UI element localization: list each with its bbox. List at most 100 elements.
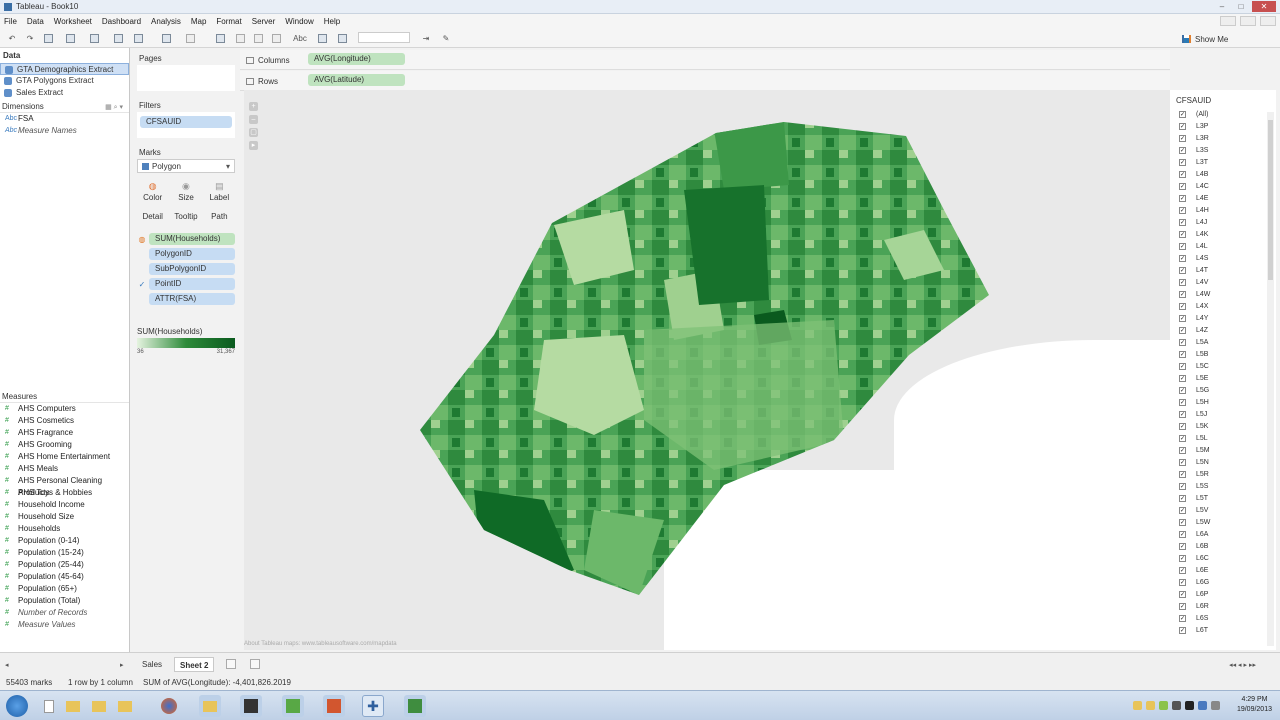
measure-field[interactable]: # Population (Total) <box>0 595 129 607</box>
new-worksheet-icon[interactable] <box>88 32 100 44</box>
mark-pill[interactable]: PolygonID <box>149 248 235 260</box>
measure-field[interactable]: # AHS Personal Cleaning Products <box>0 475 129 497</box>
tab-scroll-icons[interactable]: ◂◂ ◂ ▸ ▸▸ <box>1229 661 1256 669</box>
checkbox-checked-icon[interactable]: ✓ <box>1179 243 1186 250</box>
folder-icon[interactable] <box>114 695 136 717</box>
checkbox-checked-icon[interactable]: ✓ <box>1179 567 1186 574</box>
filter-checkbox-item[interactable]: ✓ L6P <box>1170 589 1276 601</box>
totals-icon[interactable] <box>316 32 328 44</box>
mark-pill[interactable]: SubPolygonID <box>149 263 235 275</box>
filter-checkbox-item[interactable]: ✓ L3S <box>1170 145 1276 157</box>
tray-icon[interactable] <box>1146 701 1155 710</box>
fit-icon[interactable] <box>336 32 348 44</box>
powerpoint-icon[interactable] <box>323 695 345 717</box>
new-worksheet-tab-icon[interactable] <box>226 659 236 669</box>
show-mark-labels-button[interactable]: Abc <box>292 32 308 44</box>
checkbox-checked-icon[interactable]: ✓ <box>1179 375 1186 382</box>
file-icon[interactable] <box>38 695 60 717</box>
measure-field[interactable]: # Population (15-24) <box>0 547 129 559</box>
filter-checkbox-item[interactable]: ✓ L3T <box>1170 157 1276 169</box>
checkbox-checked-icon[interactable]: ✓ <box>1179 471 1186 478</box>
checkbox-checked-icon[interactable]: ✓ <box>1179 219 1186 226</box>
checkbox-checked-icon[interactable]: ✓ <box>1179 555 1186 562</box>
filter-checkbox-item[interactable]: ✓ L6A <box>1170 529 1276 541</box>
measure-field[interactable]: # AHS Grooming <box>0 439 129 451</box>
filter-checkbox-item[interactable]: ✓ L5T <box>1170 493 1276 505</box>
undo-icon[interactable]: ↶ <box>6 32 18 44</box>
choropleth-map[interactable] <box>244 90 1170 650</box>
sort-descending-icon[interactable] <box>252 32 264 44</box>
doc-close-icon[interactable] <box>1260 16 1276 26</box>
tray-icon[interactable] <box>1185 701 1194 710</box>
checkbox-checked-icon[interactable]: ✓ <box>1179 507 1186 514</box>
redo-icon[interactable]: ↷ <box>24 32 36 44</box>
rows-pill[interactable]: AVG(Latitude) <box>308 74 405 86</box>
filter-checkbox-item[interactable]: ✓ L5H <box>1170 397 1276 409</box>
filter-checkbox-item[interactable]: ✓ L5S <box>1170 481 1276 493</box>
checkbox-checked-icon[interactable]: ✓ <box>1179 183 1186 190</box>
filter-checkbox-item[interactable]: ✓ L4T <box>1170 265 1276 277</box>
tableau-icon[interactable]: ✚ <box>362 695 384 717</box>
measure-field[interactable]: # AHS Home Entertainment <box>0 451 129 463</box>
measure-field[interactable]: # AHS Meals <box>0 463 129 475</box>
checkbox-checked-icon[interactable]: ✓ <box>1179 435 1186 442</box>
filter-checkbox-item[interactable]: ✓ L6B <box>1170 541 1276 553</box>
rows-shelf[interactable]: Rows AVG(Latitude) <box>240 71 1170 91</box>
filter-card-scrollbar[interactable] <box>1267 112 1274 646</box>
checkbox-checked-icon[interactable]: ✓ <box>1179 591 1186 598</box>
mark-button-path[interactable]: Path <box>204 207 235 229</box>
checkbox-checked-icon[interactable]: ✓ <box>1179 411 1186 418</box>
dimension-field[interactable]: Abc FSA <box>0 113 129 125</box>
filter-checkbox-item[interactable]: ✓ L4V <box>1170 277 1276 289</box>
filter-checkbox-item[interactable]: ✓ L4E <box>1170 193 1276 205</box>
checkbox-checked-icon[interactable]: ✓ <box>1179 531 1186 538</box>
checkbox-checked-icon[interactable]: ✓ <box>1179 603 1186 610</box>
checkbox-checked-icon[interactable]: ✓ <box>1179 627 1186 634</box>
filter-checkbox-item[interactable]: ✓ L6R <box>1170 601 1276 613</box>
checkbox-checked-icon[interactable]: ✓ <box>1179 279 1186 286</box>
measure-field[interactable]: # Household Income <box>0 499 129 511</box>
filter-checkbox-item[interactable]: ✓ L4Y <box>1170 313 1276 325</box>
columns-pill[interactable]: AVG(Longitude) <box>308 53 405 65</box>
tray-icon[interactable] <box>1133 701 1142 710</box>
measure-field[interactable]: # Population (45-64) <box>0 571 129 583</box>
filter-pill-cfsauid[interactable]: CFSAUID <box>140 116 232 128</box>
doc-restore-icon[interactable] <box>1240 16 1256 26</box>
checkbox-checked-icon[interactable]: ✓ <box>1179 303 1186 310</box>
filter-checkbox-item[interactable]: ✓ L4X <box>1170 301 1276 313</box>
filters-shelf[interactable]: CFSAUID <box>137 112 235 138</box>
measure-field[interactable]: # AHS Computers <box>0 403 129 415</box>
data-source-item[interactable]: GTA Demographics Extract <box>0 63 129 75</box>
checkbox-checked-icon[interactable]: ✓ <box>1179 543 1186 550</box>
close-icon[interactable]: ✕ <box>1252 1 1276 12</box>
filter-checkbox-item[interactable]: ✓ L5K <box>1170 421 1276 433</box>
explorer-icon[interactable] <box>199 695 221 717</box>
filter-checkbox-item[interactable]: ✓ L4J <box>1170 217 1276 229</box>
checkbox-checked-icon[interactable]: ✓ <box>1179 159 1186 166</box>
menu-dashboard[interactable]: Dashboard <box>102 17 141 26</box>
legend-color-ramp[interactable] <box>137 338 235 348</box>
checkbox-checked-icon[interactable]: ✓ <box>1179 267 1186 274</box>
filter-checkbox-item[interactable]: ✓ L4W <box>1170 289 1276 301</box>
checkbox-checked-icon[interactable]: ✓ <box>1179 231 1186 238</box>
network-icon[interactable] <box>1198 701 1207 710</box>
new-data-source-icon[interactable] <box>64 32 76 44</box>
filter-checkbox-item[interactable]: ✓ L5M <box>1170 445 1276 457</box>
filter-checkbox-item[interactable]: ✓ (All) <box>1170 109 1276 121</box>
checkbox-checked-icon[interactable]: ✓ <box>1179 195 1186 202</box>
tab-sheet-2[interactable]: Sheet 2 <box>174 657 215 672</box>
zoom-in-icon[interactable]: + <box>249 102 258 111</box>
measure-field[interactable]: # Household Size <box>0 511 129 523</box>
filter-checkbox-item[interactable]: ✓ L5R <box>1170 469 1276 481</box>
filter-checkbox-item[interactable]: ✓ L4L <box>1170 241 1276 253</box>
filter-checkbox-item[interactable]: ✓ L5A <box>1170 337 1276 349</box>
measure-field[interactable]: # AHS Cosmetics <box>0 415 129 427</box>
filter-checkbox-item[interactable]: ✓ L4B <box>1170 169 1276 181</box>
menu-server[interactable]: Server <box>252 17 276 26</box>
filter-checkbox-item[interactable]: ✓ L5L <box>1170 433 1276 445</box>
checkbox-checked-icon[interactable]: ✓ <box>1179 615 1186 622</box>
clock[interactable]: 4:29 PM 19/09/2013 <box>1237 695 1272 715</box>
measure-field[interactable]: # AHS Toys & Hobbies <box>0 487 129 499</box>
menu-file[interactable]: File <box>4 17 17 26</box>
filter-checkbox-item[interactable]: ✓ L3P <box>1170 121 1276 133</box>
